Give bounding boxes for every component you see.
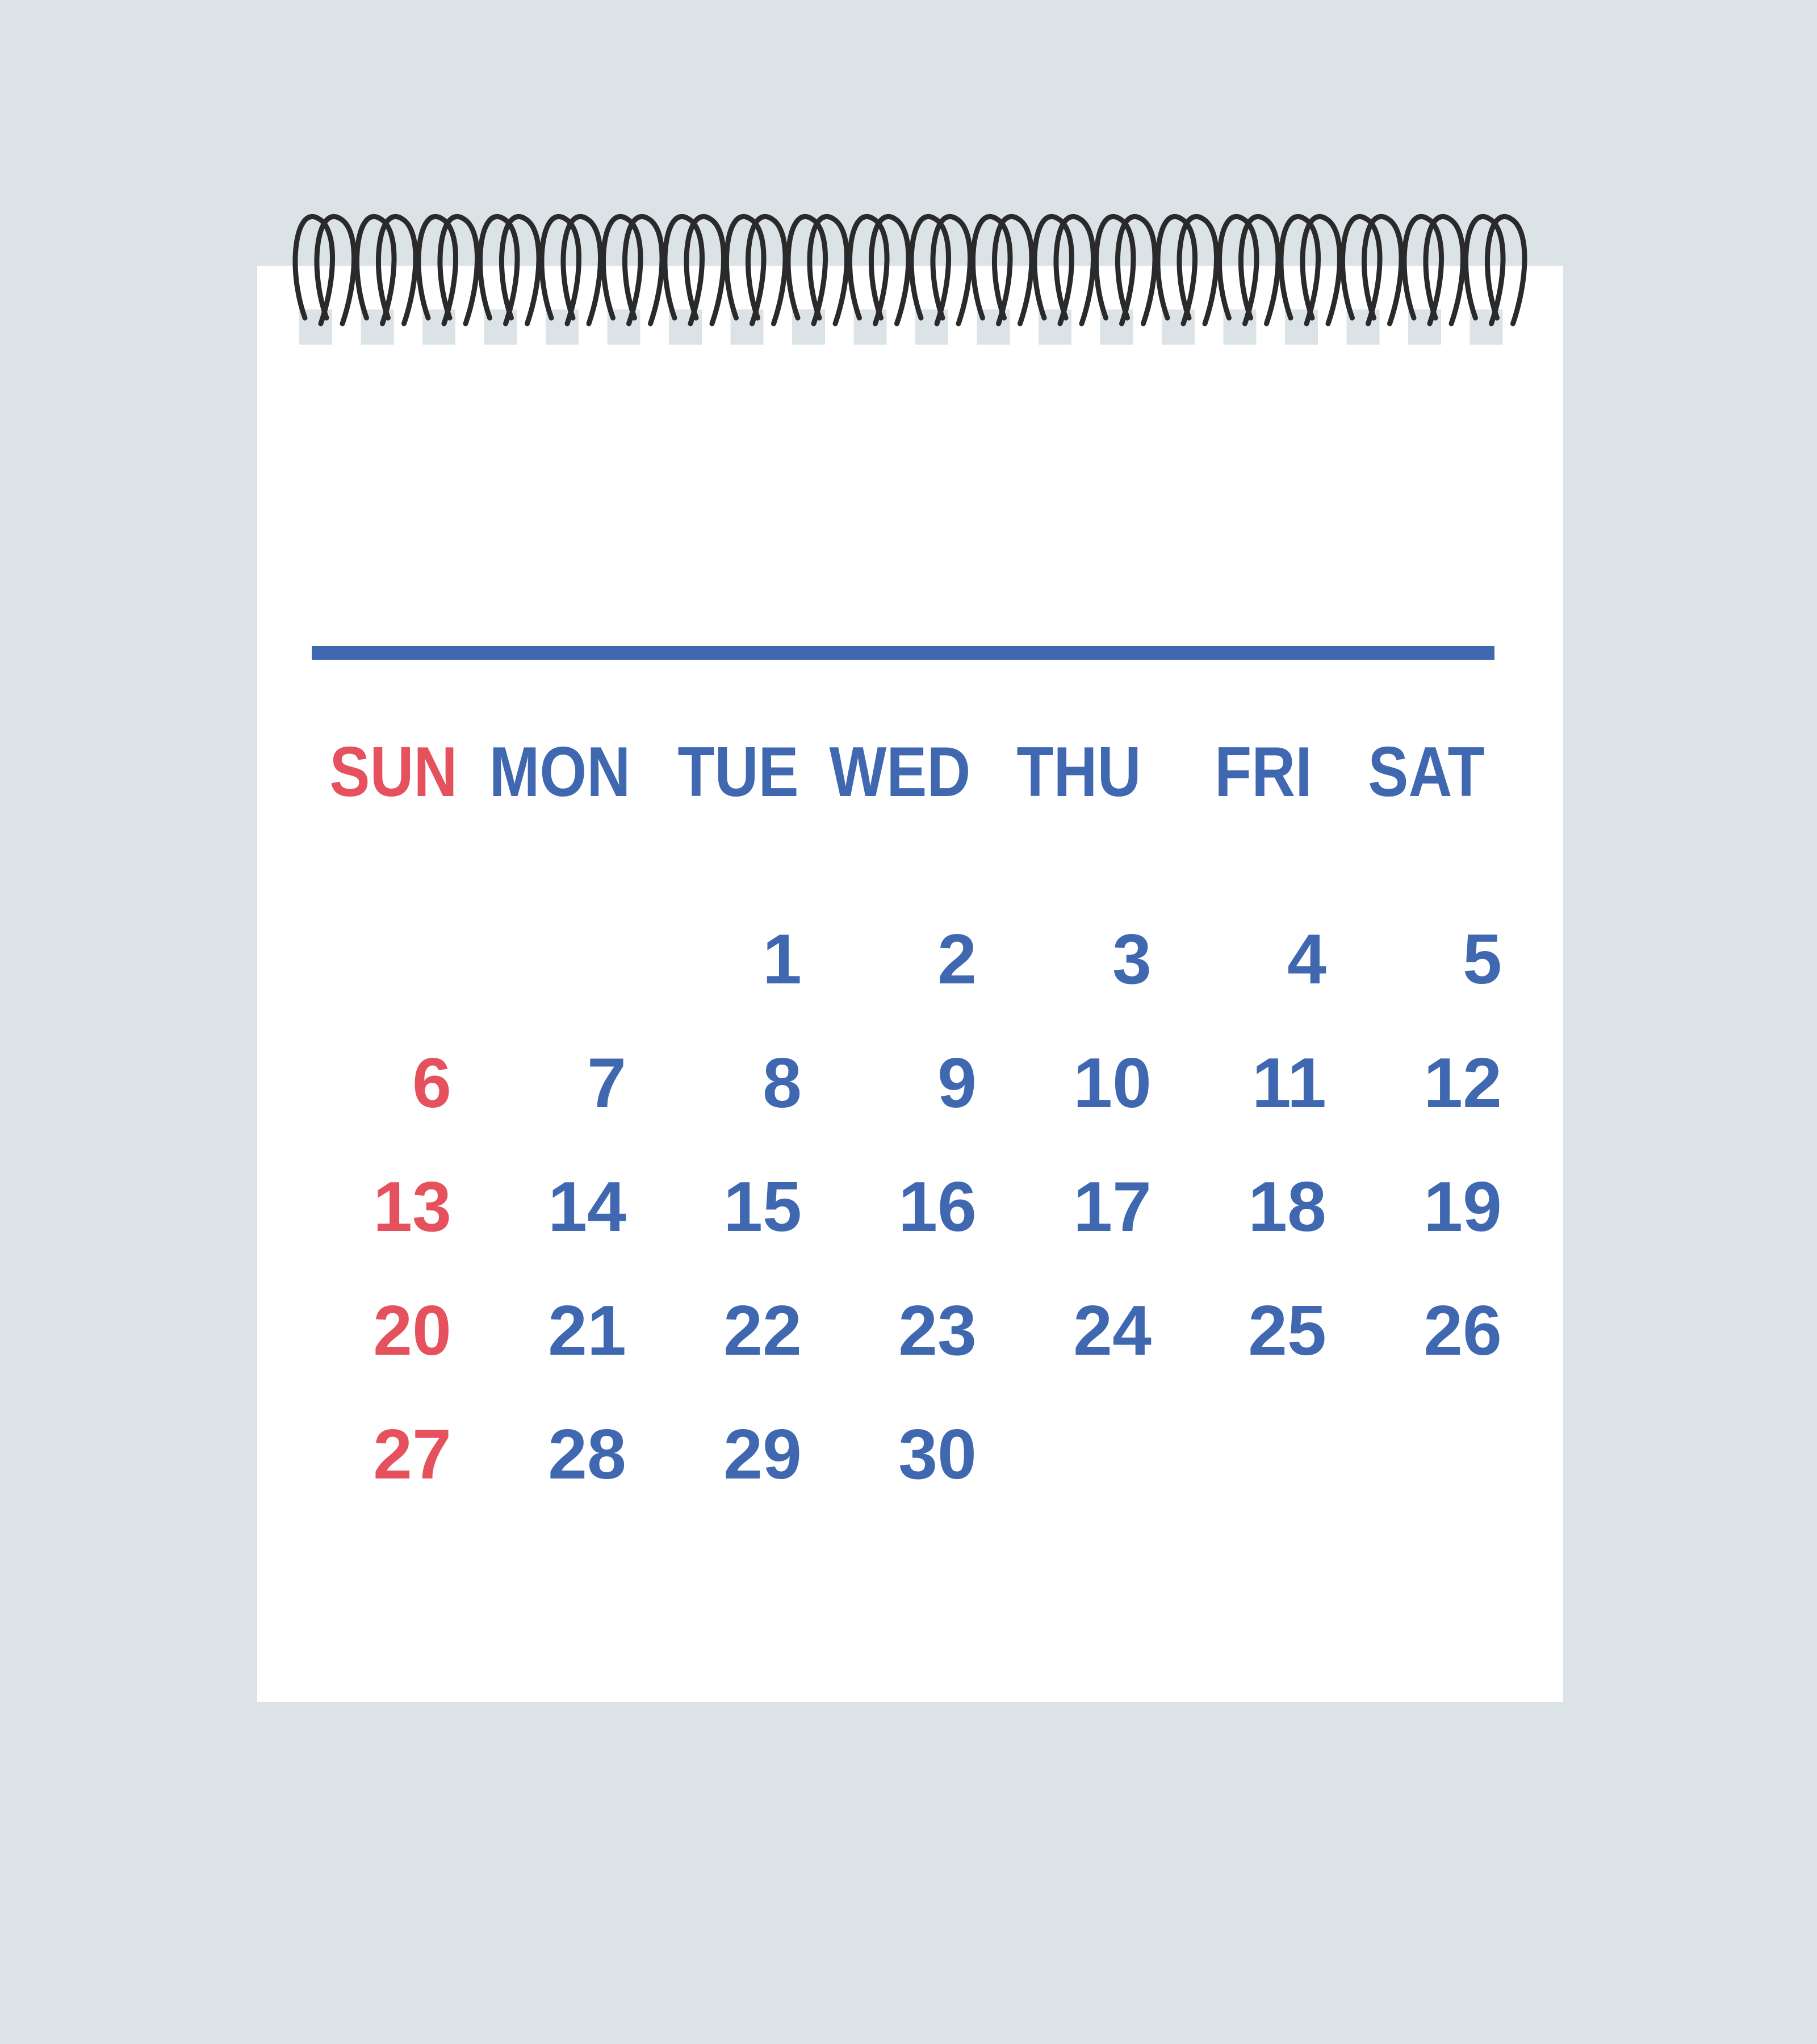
- spiral-binding-icon: [292, 214, 1527, 345]
- day-cell-18[interactable]: 18: [1156, 1167, 1326, 1247]
- day-cell-19[interactable]: 19: [1332, 1167, 1502, 1247]
- day-cell-13[interactable]: 13: [281, 1167, 451, 1247]
- spiral-ring: [600, 214, 643, 326]
- day-cell-16[interactable]: 16: [806, 1167, 977, 1247]
- calendar-scene: SUN MON TUE WED THU FRI SAT 1 2 3 4 5 6 7 8 9 10 11 12 13 1…: [0, 0, 1817, 2044]
- spiral-ring: [970, 214, 1013, 326]
- day-cell-11[interactable]: 11: [1156, 1044, 1326, 1123]
- day-cell-28[interactable]: 28: [456, 1415, 626, 1494]
- spiral-ring: [622, 214, 665, 326]
- spiral-ring: [1463, 214, 1506, 326]
- day-cell-15[interactable]: 15: [631, 1167, 802, 1247]
- day-cell-17[interactable]: 17: [981, 1167, 1152, 1247]
- day-cell-5[interactable]: 5: [1332, 920, 1502, 999]
- spiral-ring: [314, 214, 357, 326]
- spiral-ring: [807, 214, 849, 326]
- day-cell-29[interactable]: 29: [631, 1415, 802, 1494]
- header-rule: [312, 646, 1494, 660]
- spiral-ring: [539, 214, 581, 326]
- spiral-ring: [437, 214, 480, 326]
- day-cell-24[interactable]: 24: [981, 1291, 1152, 1371]
- spiral-ring: [1278, 214, 1321, 326]
- spiral-ring: [868, 214, 911, 326]
- spiral-ring: [909, 214, 951, 326]
- day-cell-23[interactable]: 23: [806, 1291, 977, 1371]
- spiral-ring: [1401, 214, 1444, 326]
- weekday-wed: WED: [829, 733, 971, 811]
- day-cell-3[interactable]: 3: [981, 920, 1152, 999]
- spiral-ring: [1484, 214, 1527, 326]
- spiral-ring: [745, 214, 788, 326]
- spiral-ring: [1238, 214, 1281, 326]
- spiral-ring: [1093, 214, 1136, 326]
- weekday-sat: SAT: [1368, 733, 1485, 811]
- spiral-ring: [1177, 214, 1219, 326]
- day-cell-1[interactable]: 1: [631, 920, 802, 999]
- spiral-ring: [723, 214, 767, 326]
- spiral-ring: [1339, 214, 1383, 326]
- spiral-ring: [375, 214, 418, 326]
- day-cell-21[interactable]: 21: [456, 1291, 626, 1371]
- day-cell-25[interactable]: 25: [1156, 1291, 1326, 1371]
- spiral-ring: [1155, 214, 1198, 326]
- spiral-ring: [560, 214, 603, 326]
- day-cell-10[interactable]: 10: [981, 1044, 1152, 1123]
- spiral-ring: [477, 214, 520, 326]
- day-cell-7[interactable]: 7: [456, 1044, 626, 1123]
- day-cell-27[interactable]: 27: [281, 1415, 451, 1494]
- spiral-ring: [499, 214, 542, 326]
- spiral-ring: [1053, 214, 1096, 326]
- weekday-thu: THU: [1016, 733, 1141, 811]
- day-cell-22[interactable]: 22: [631, 1291, 802, 1371]
- spiral-ring: [662, 214, 705, 326]
- spiral-ring: [1115, 214, 1158, 326]
- day-cell-26[interactable]: 26: [1332, 1291, 1502, 1371]
- spiral-ring: [292, 214, 335, 326]
- spiral-ring: [785, 214, 828, 326]
- weekday-mon: MON: [489, 733, 631, 811]
- day-cell-8[interactable]: 8: [631, 1044, 802, 1123]
- day-cell-9[interactable]: 9: [806, 1044, 977, 1123]
- weekday-sun: SUN: [329, 733, 458, 811]
- day-cell-20[interactable]: 20: [281, 1291, 451, 1371]
- day-cell-4[interactable]: 4: [1156, 920, 1326, 999]
- spiral-ring: [684, 214, 726, 326]
- day-cell-2[interactable]: 2: [806, 920, 977, 999]
- spiral-ring: [416, 214, 458, 326]
- day-cell-12[interactable]: 12: [1332, 1044, 1502, 1123]
- weekday-tue: TUE: [677, 733, 799, 811]
- spiral-ring: [1423, 214, 1466, 326]
- spiral-ring: [1300, 214, 1342, 326]
- spiral-ring: [1032, 214, 1074, 326]
- spiral-ring: [930, 214, 973, 326]
- spiral-ring: [847, 214, 890, 326]
- spiral-ring: [1361, 214, 1404, 326]
- day-cell-14[interactable]: 14: [456, 1167, 626, 1247]
- day-cell-6[interactable]: 6: [281, 1044, 451, 1123]
- weekday-fri: FRI: [1215, 733, 1312, 811]
- spiral-ring: [354, 214, 397, 326]
- spiral-ring: [1216, 214, 1259, 326]
- spiral-ring: [991, 214, 1035, 326]
- day-cell-30[interactable]: 30: [806, 1415, 977, 1494]
